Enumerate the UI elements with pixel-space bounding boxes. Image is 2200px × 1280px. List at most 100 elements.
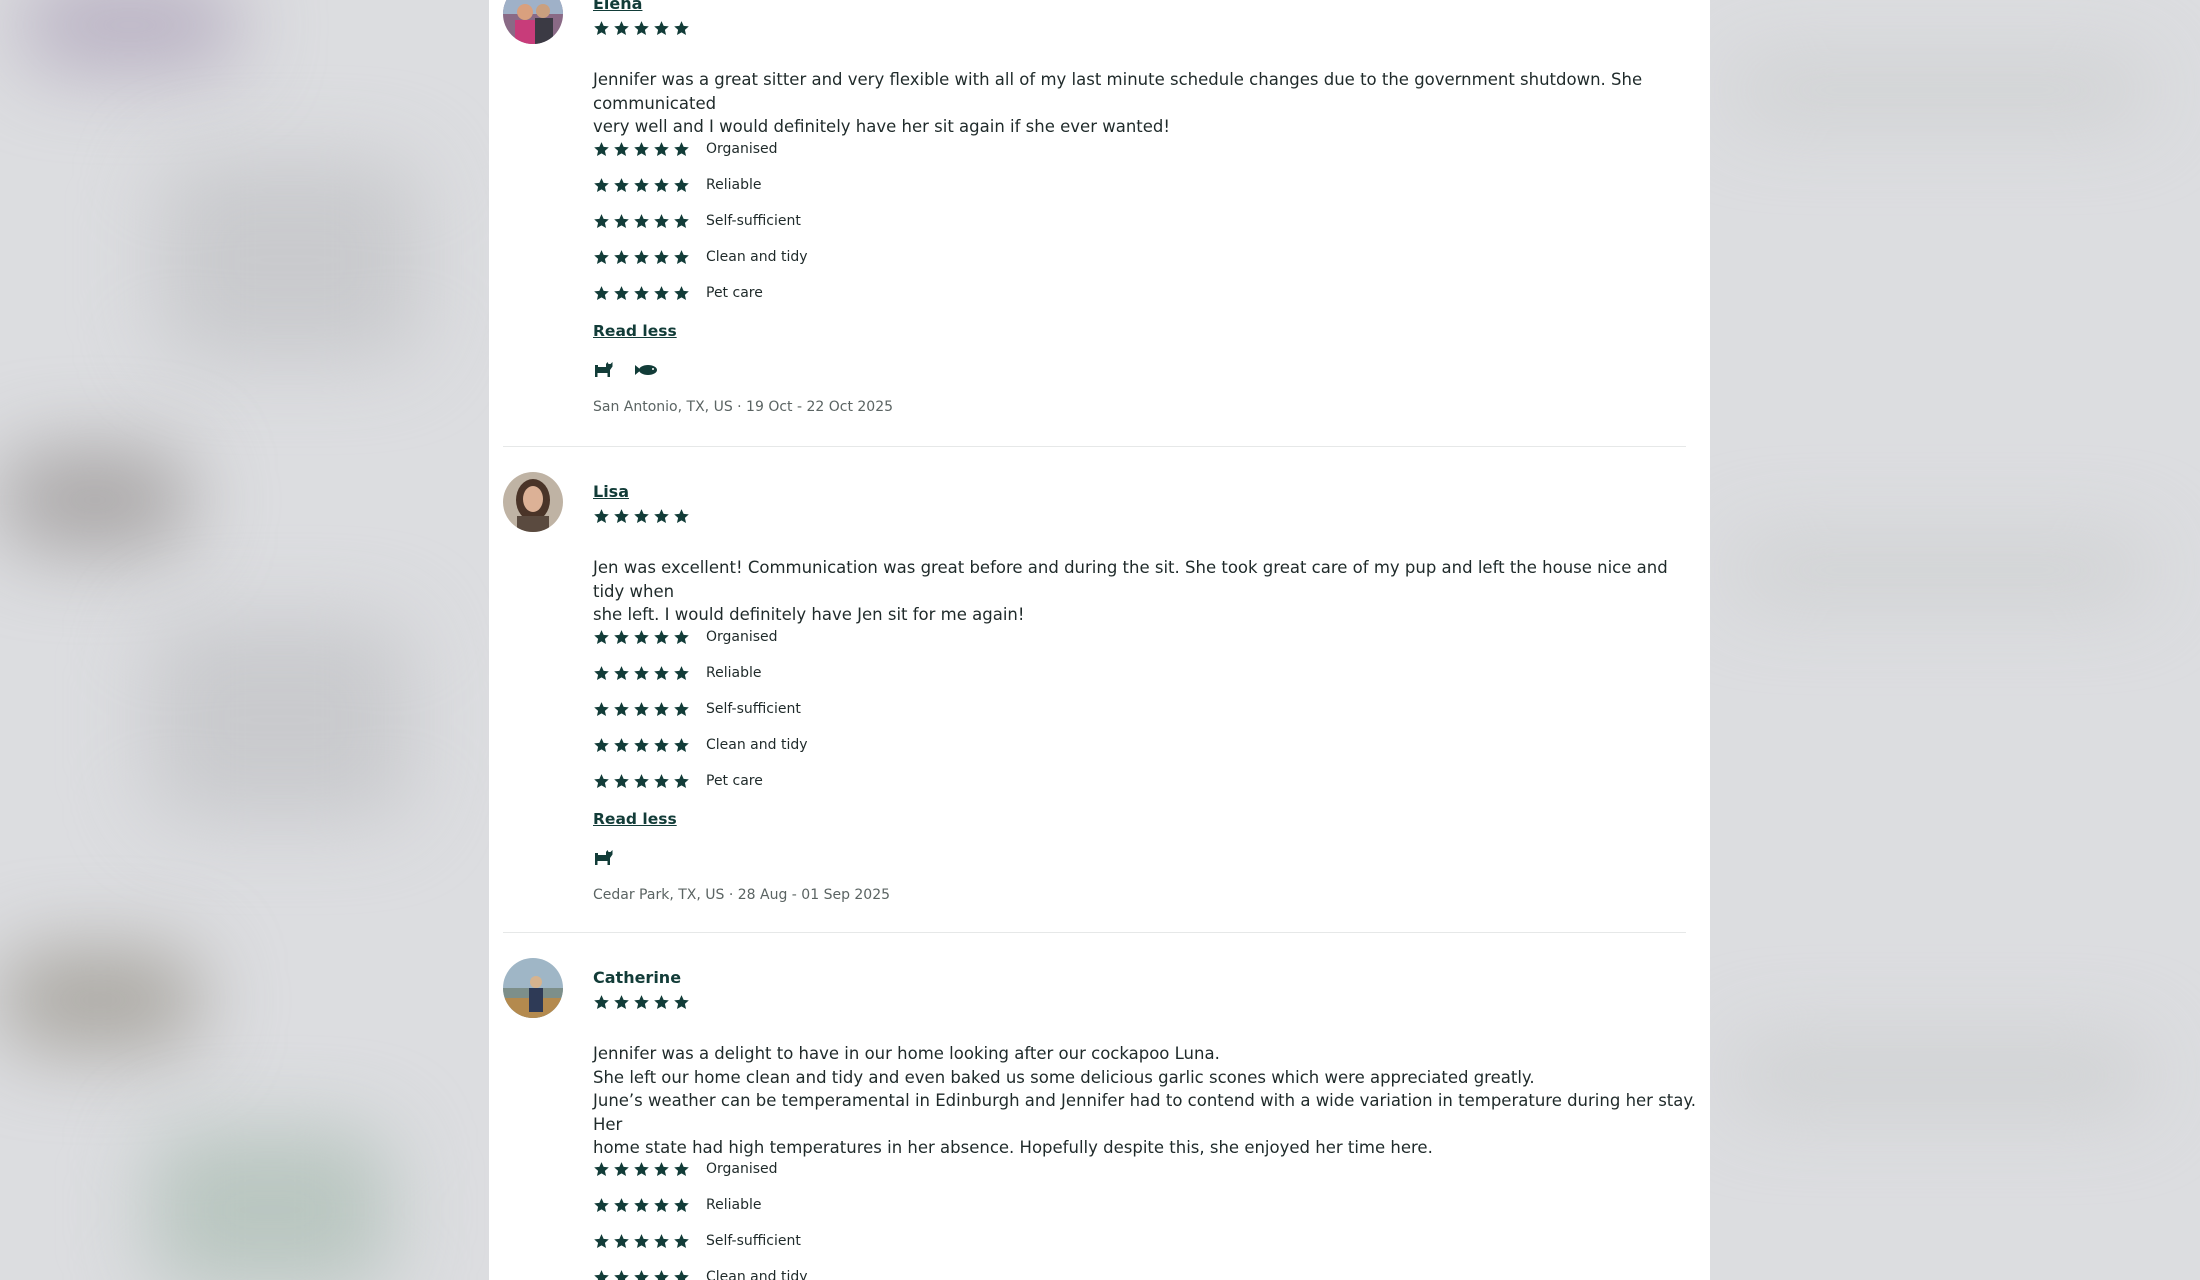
star-icon — [594, 177, 609, 192]
read-less-link[interactable]: Read less — [593, 810, 677, 828]
category-rating-row: Self-sufficient — [593, 203, 808, 239]
category-stars — [593, 1268, 690, 1280]
star-icon — [674, 773, 689, 788]
category-rating-row: Reliable — [593, 167, 808, 203]
star-icon — [594, 1197, 609, 1212]
category-stars — [593, 664, 690, 682]
star-icon — [634, 629, 649, 644]
reviewer-name-link[interactable]: Elena — [593, 0, 642, 14]
star-icon — [594, 249, 609, 264]
reviewer-avatar[interactable] — [503, 958, 563, 1018]
star-icon — [614, 737, 629, 752]
category-rating-row: Clean and tidy — [593, 1259, 808, 1280]
star-icon — [594, 665, 609, 680]
star-icon — [634, 177, 649, 192]
overall-rating-stars — [593, 507, 690, 525]
star-icon — [634, 141, 649, 156]
star-icon — [634, 665, 649, 680]
star-icon — [614, 249, 629, 264]
star-icon — [594, 20, 609, 35]
star-icon — [674, 141, 689, 156]
category-label: Organised — [706, 629, 778, 645]
star-icon — [634, 213, 649, 228]
star-icon — [674, 213, 689, 228]
star-icon — [614, 1269, 629, 1280]
category-stars — [593, 628, 690, 646]
category-ratings: Organised Reliable Self-sufficient Clean… — [593, 619, 808, 799]
reviewer-avatar[interactable] — [503, 0, 563, 44]
category-rating-row: Organised — [593, 1151, 808, 1187]
star-icon — [614, 1161, 629, 1176]
star-icon — [674, 994, 689, 1009]
category-label: Clean and tidy — [706, 1269, 808, 1280]
category-label: Organised — [706, 141, 778, 157]
star-icon — [674, 1233, 689, 1248]
category-label: Reliable — [706, 177, 762, 193]
category-rating-row: Clean and tidy — [593, 239, 808, 275]
category-stars — [593, 736, 690, 754]
category-stars — [593, 700, 690, 718]
star-icon — [634, 285, 649, 300]
star-icon — [654, 701, 669, 716]
category-label: Organised — [706, 1161, 778, 1177]
star-icon — [634, 701, 649, 716]
star-icon — [614, 141, 629, 156]
star-icon — [674, 249, 689, 264]
category-label: Clean and tidy — [706, 249, 808, 265]
star-icon — [594, 629, 609, 644]
category-rating-row: Self-sufficient — [593, 691, 808, 727]
star-icon — [594, 773, 609, 788]
category-stars — [593, 772, 690, 790]
overall-rating-stars — [593, 19, 690, 37]
category-rating-row: Reliable — [593, 1187, 808, 1223]
reviewer-name: Catherine — [593, 968, 682, 987]
star-icon — [654, 737, 669, 752]
category-rating-row: Pet care — [593, 275, 808, 311]
star-icon — [674, 177, 689, 192]
star-icon — [614, 1233, 629, 1248]
category-stars — [593, 1196, 690, 1214]
star-icon — [654, 508, 669, 523]
dog-icon — [595, 850, 613, 865]
star-icon — [654, 994, 669, 1009]
category-stars — [593, 176, 690, 194]
dog-icon — [595, 362, 613, 377]
star-icon — [674, 20, 689, 35]
star-icon — [634, 20, 649, 35]
star-icon — [614, 285, 629, 300]
category-label: Self-sufficient — [706, 1233, 801, 1249]
star-icon — [614, 508, 629, 523]
category-stars — [593, 140, 690, 158]
pet-types — [593, 358, 659, 382]
star-icon — [614, 665, 629, 680]
star-icon — [674, 508, 689, 523]
star-icon — [654, 177, 669, 192]
star-icon — [594, 1233, 609, 1248]
star-icon — [674, 629, 689, 644]
star-icon — [654, 1161, 669, 1176]
star-icon — [674, 1197, 689, 1212]
star-icon — [594, 1269, 609, 1280]
star-icon — [614, 177, 629, 192]
star-icon — [634, 249, 649, 264]
category-label: Pet care — [706, 285, 763, 301]
category-label: Pet care — [706, 773, 763, 789]
category-stars — [593, 248, 690, 266]
star-icon — [614, 773, 629, 788]
category-rating-row: Pet care — [593, 763, 808, 799]
star-icon — [594, 213, 609, 228]
review-location-dates: San Antonio, TX, US · 19 Oct - 22 Oct 20… — [593, 399, 894, 415]
reviews-panel: Elena Jennifer was a great sitter and ve… — [489, 0, 1710, 1280]
star-icon — [654, 665, 669, 680]
reviewer-name-link[interactable]: Lisa — [593, 482, 629, 502]
star-icon — [654, 20, 669, 35]
read-less-link[interactable]: Read less — [593, 322, 677, 340]
star-icon — [674, 1269, 689, 1280]
category-rating-row: Organised — [593, 131, 808, 167]
review-text: Jennifer was a delight to have in our ho… — [593, 1044, 1697, 1157]
review-location-dates: Cedar Park, TX, US · 28 Aug - 01 Sep 202… — [593, 887, 891, 903]
reviewer-avatar[interactable] — [503, 472, 563, 532]
category-stars — [593, 212, 690, 230]
category-ratings: Organised Reliable Self-sufficient Clean… — [593, 1151, 808, 1280]
star-icon — [654, 1233, 669, 1248]
